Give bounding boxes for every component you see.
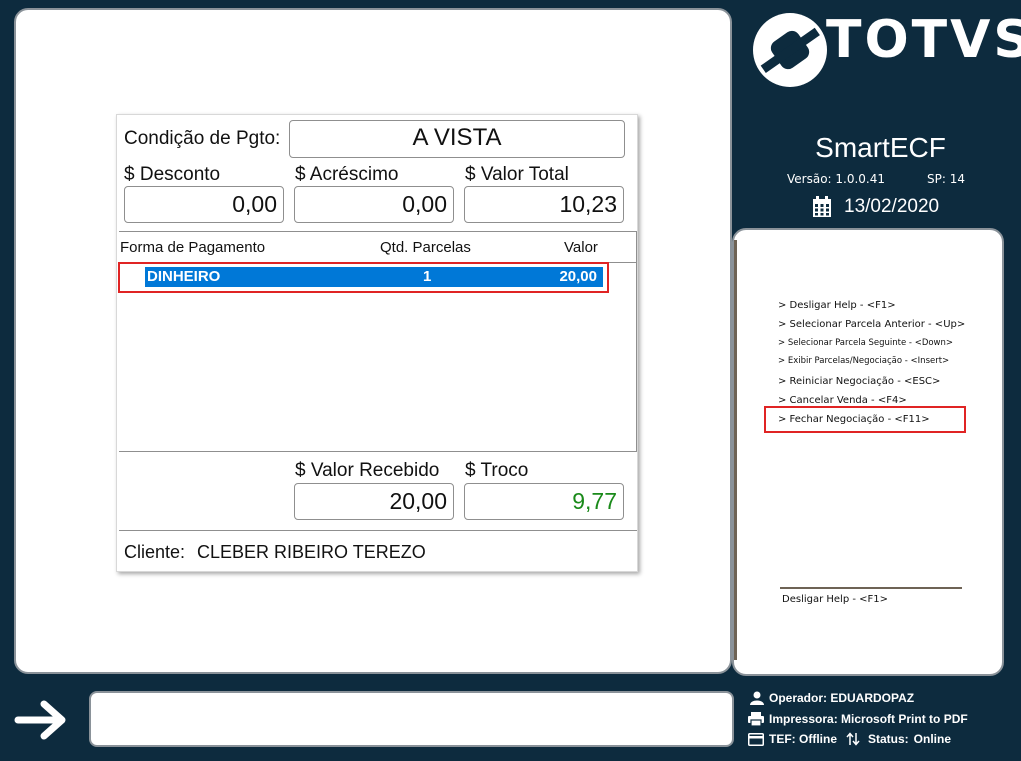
col-header-valor: Valor <box>564 239 598 256</box>
condition-field[interactable]: A VISTA <box>289 120 625 158</box>
user-icon <box>750 691 764 705</box>
card-icon <box>748 732 764 746</box>
help-footer: Desligar Help - <F1> <box>782 594 889 605</box>
received-label: $ Valor Recebido <box>295 460 440 481</box>
calendar-icon <box>813 196 831 217</box>
printer-text: Impressora: Microsoft Print to PDF <box>769 712 968 726</box>
change-label: $ Troco <box>465 460 529 481</box>
arrow-right-icon <box>14 700 66 740</box>
list-border <box>636 231 637 451</box>
help-item-desligar-help: > Desligar Help - <F1> <box>778 300 896 311</box>
tef-status: TEF: Offline <box>748 732 837 746</box>
help-item-parcela-anterior: > Selecionar Parcela Anterior - <Up> <box>778 319 966 330</box>
payment-dialog: Condição de Pgto: A VISTA $ Desconto $ A… <box>116 114 638 572</box>
connection-status: Status: Online <box>846 732 951 746</box>
status-value: Online <box>913 732 952 746</box>
received-field[interactable]: 20,00 <box>294 483 454 520</box>
client-label: Cliente: <box>124 542 186 562</box>
help-item-cancelar-venda: > Cancelar Venda - <F4> <box>778 395 907 406</box>
command-input[interactable] <box>89 691 734 747</box>
help-divider <box>734 240 737 660</box>
help-item-parcela-seguinte: > Selecionar Parcela Seguinte - <Down> <box>778 338 954 348</box>
printer-status: Impressora: Microsoft Print to PDF <box>748 712 968 726</box>
operator-text: Operador: EDUARDOPAZ <box>769 691 915 705</box>
discount-label: $ Desconto <box>124 164 221 185</box>
app-name: SmartECF <box>815 132 946 163</box>
current-date: 13/02/2020 <box>844 196 940 217</box>
operator-status: Operador: EDUARDOPAZ <box>750 691 914 705</box>
discount-field[interactable]: 0,00 <box>124 186 284 223</box>
version-label: Versão: 1.0.0.41 <box>787 172 886 186</box>
sp-label: SP: 14 <box>927 172 965 186</box>
divider <box>119 451 637 452</box>
row-highlight-box <box>118 262 609 293</box>
logo-wordmark: TOTVS <box>826 10 1021 70</box>
tef-text: TEF: Offline <box>769 732 837 746</box>
help-panel: > Desligar Help - <F1> > Selecionar Parc… <box>732 228 1004 676</box>
divider <box>119 231 637 232</box>
help-item-exibir-parcelas: > Exibir Parcelas/Negociação - <Insert> <box>778 356 950 366</box>
change-field: 9,77 <box>464 483 624 520</box>
status-label: Status: <box>868 732 909 746</box>
surcharge-label: $ Acréscimo <box>295 164 399 185</box>
col-header-parcelas: Qtd. Parcelas <box>380 239 471 256</box>
help-footer-divider <box>780 587 962 589</box>
divider <box>119 530 637 531</box>
total-label: $ Valor Total <box>465 164 569 185</box>
printer-icon <box>748 712 764 726</box>
surcharge-field[interactable]: 0,00 <box>294 186 454 223</box>
sync-icon <box>846 732 860 746</box>
brand-header: TOTVS SmartECF Versão: 1.0.0.41 SP: 14 1… <box>740 0 1021 226</box>
total-field: 10,23 <box>464 186 624 223</box>
col-header-forma: Forma de Pagamento <box>120 239 266 256</box>
totvs-logo-icon <box>753 13 827 87</box>
condition-label: Condição de Pgto: <box>124 128 281 149</box>
help-item-reiniciar: > Reiniciar Negociação - <ESC> <box>778 376 941 387</box>
client-name: CLEBER RIBEIRO TEREZO <box>197 542 426 562</box>
date-row: 13/02/2020 <box>812 196 939 218</box>
help-highlight-box <box>764 406 966 433</box>
